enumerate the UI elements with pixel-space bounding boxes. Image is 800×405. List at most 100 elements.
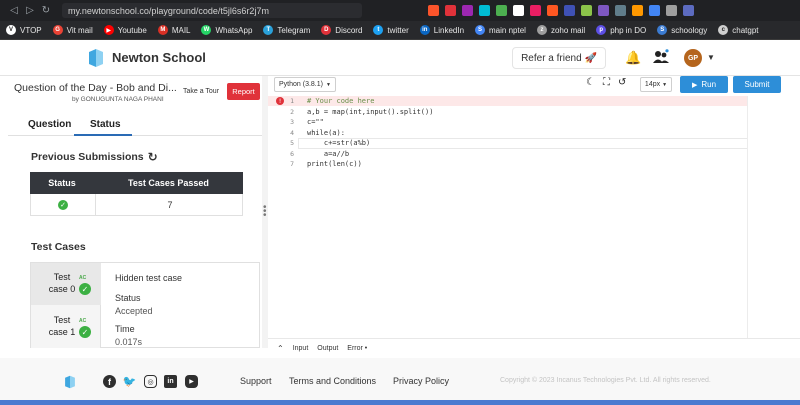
extension-icon[interactable] (513, 5, 524, 16)
font-size-select[interactable]: 14px ▼ (640, 77, 672, 92)
youtube-icon[interactable]: ▶ (185, 375, 198, 388)
support-link[interactable]: Support (240, 376, 272, 386)
bookmark-favicon-icon: V (6, 25, 16, 35)
tab-input[interactable]: Input (293, 345, 309, 352)
code-text[interactable]: while(a): (307, 128, 345, 139)
bookmark-label: zoho mail (550, 25, 586, 35)
submit-button[interactable]: Submit (733, 76, 781, 93)
tab-status[interactable]: Status (90, 119, 121, 130)
extension-icon[interactable] (615, 5, 626, 16)
reload-icon[interactable]: ↻ (38, 5, 54, 16)
facebook-icon[interactable]: f (103, 375, 116, 388)
bookmark-item[interactable]: G Vit mail (52, 25, 93, 35)
take-tour-button[interactable]: Take a Tour (180, 83, 222, 99)
refer-friend-button[interactable]: Refer a friend 🚀 (512, 47, 606, 69)
check-circle-icon: ✓ (79, 283, 91, 295)
active-tab-indicator (74, 134, 132, 136)
refresh-icon[interactable]: ↻ (148, 150, 158, 164)
bookmark-item[interactable]: t twitter (373, 25, 409, 35)
twitter-icon[interactable]: 🐦 (123, 375, 137, 388)
bookmark-label: Youtube (117, 25, 147, 35)
moon-icon[interactable]: ☾ (586, 77, 595, 88)
bookmark-item[interactable]: Smain nptel (475, 25, 526, 35)
extension-icon[interactable] (598, 5, 609, 16)
community-icon[interactable] (653, 49, 669, 65)
tab-output[interactable]: Output (317, 345, 338, 352)
bookmark-label: schoology (671, 25, 708, 35)
bookmark-item[interactable]: in LinkedIn (419, 25, 465, 35)
privacy-link[interactable]: Privacy Policy (393, 376, 449, 386)
code-text[interactable]: # Your code here (307, 96, 374, 107)
code-editor[interactable]: ! 1 # Your code here 2 a,b = map(int,input(… (268, 96, 800, 338)
bookmark-item[interactable]: p php in DO (596, 25, 646, 35)
reset-icon[interactable]: ↺ (618, 77, 626, 88)
bookmark-item[interactable]: M MAIL (157, 25, 190, 35)
status-value: Accepted (115, 306, 153, 316)
bookmark-item[interactable]: z zoho mail (536, 25, 586, 35)
newton-logo-icon[interactable] (86, 48, 106, 68)
extension-icon[interactable] (496, 5, 507, 16)
language-select[interactable]: Python (3.8.1) ▼ (274, 77, 336, 92)
bookmark-label: php in DO (610, 25, 647, 35)
avatar[interactable]: GP (684, 49, 702, 67)
extension-icon[interactable] (462, 5, 473, 16)
play-icon: ▶ (691, 81, 698, 89)
drag-handle-icon[interactable]: • • • (263, 203, 267, 221)
tab-error[interactable]: Error • (347, 345, 367, 352)
bookmark-item[interactable]: c chatgpt (718, 25, 759, 35)
code-text[interactable]: c="" (307, 117, 324, 128)
taskbar-strip (0, 400, 800, 405)
bookmark-item[interactable]: ▶ Youtube (103, 25, 147, 35)
extension-icon[interactable] (581, 5, 592, 16)
bookmark-favicon-icon: S (657, 25, 668, 35)
chevron-down-icon[interactable]: ▼ (707, 53, 715, 62)
bookmark-item[interactable]: D Discord (321, 25, 362, 35)
test-case-name: Test case 0 (48, 272, 76, 294)
newton-logo-icon[interactable] (63, 375, 77, 389)
bookmark-label: Vit mail (66, 25, 93, 35)
bookmark-item[interactable]: Sschoology (657, 25, 707, 35)
address-bar[interactable]: my.newtonschool.co/playground/code/t5jl6… (62, 3, 362, 18)
extension-icon[interactable] (632, 5, 643, 16)
forward-icon[interactable]: ▷ (22, 5, 38, 16)
bookmark-favicon-icon: W (201, 25, 212, 35)
fullscreen-icon[interactable]: ⛶ (603, 77, 610, 88)
extension-icon[interactable] (530, 5, 541, 16)
code-text[interactable]: print(len(c)) (307, 159, 362, 170)
puzzle-icon[interactable] (649, 5, 660, 16)
chevron-up-icon[interactable]: ⌃ (277, 344, 284, 353)
hidden-test-case-label: Hidden test case (115, 273, 183, 283)
extension-icon[interactable] (547, 5, 558, 16)
bookmark-favicon-icon: M (157, 25, 168, 35)
table-row[interactable]: ✓ 7 (30, 194, 243, 216)
shield-icon[interactable] (445, 5, 456, 16)
bell-icon[interactable]: 🔔 (625, 50, 641, 66)
bookmark-item[interactable]: T Telegram (263, 25, 310, 35)
run-button[interactable]: ▶ Run (680, 76, 728, 93)
test-case-item[interactable]: Test case 1 AC ✓ (31, 306, 101, 348)
extension-icon[interactable] (479, 5, 490, 16)
back-icon[interactable]: ◁ (6, 5, 22, 16)
bookmark-label: LinkedIn (433, 25, 465, 35)
test-cases-box: Test case 0 AC ✓ Test case 1 AC ✓ Hidden… (30, 262, 260, 348)
bookmark-item[interactable]: W WhatsApp (201, 25, 252, 35)
code-text[interactable]: a,b = map(int,input().split()) (307, 107, 433, 118)
terms-link[interactable]: Terms and Conditions (289, 376, 376, 386)
linkedin-icon[interactable]: in (164, 375, 177, 388)
code-text[interactable]: c+=str(a%b) (307, 138, 370, 149)
brave-icon[interactable] (428, 5, 439, 16)
bookmark-favicon-icon: in (419, 25, 430, 35)
time-value: 0.017s (115, 337, 143, 347)
report-button[interactable]: Report (227, 83, 260, 100)
code-text[interactable]: a=a//b (307, 149, 349, 160)
extension-icon[interactable] (666, 5, 677, 16)
line-number: 1 (290, 97, 294, 105)
url-text[interactable]: my.newtonschool.co/playground/code/t5jl6… (68, 6, 269, 16)
wallet-icon[interactable] (683, 5, 694, 16)
bookmark-label: Telegram (277, 25, 311, 35)
bookmark-item[interactable]: V VTOP (6, 25, 42, 35)
tab-question[interactable]: Question (28, 119, 71, 130)
extension-icon[interactable] (564, 5, 575, 16)
instagram-icon[interactable]: ◎ (144, 375, 157, 388)
test-case-item[interactable]: Test case 0 AC ✓ (31, 263, 101, 305)
